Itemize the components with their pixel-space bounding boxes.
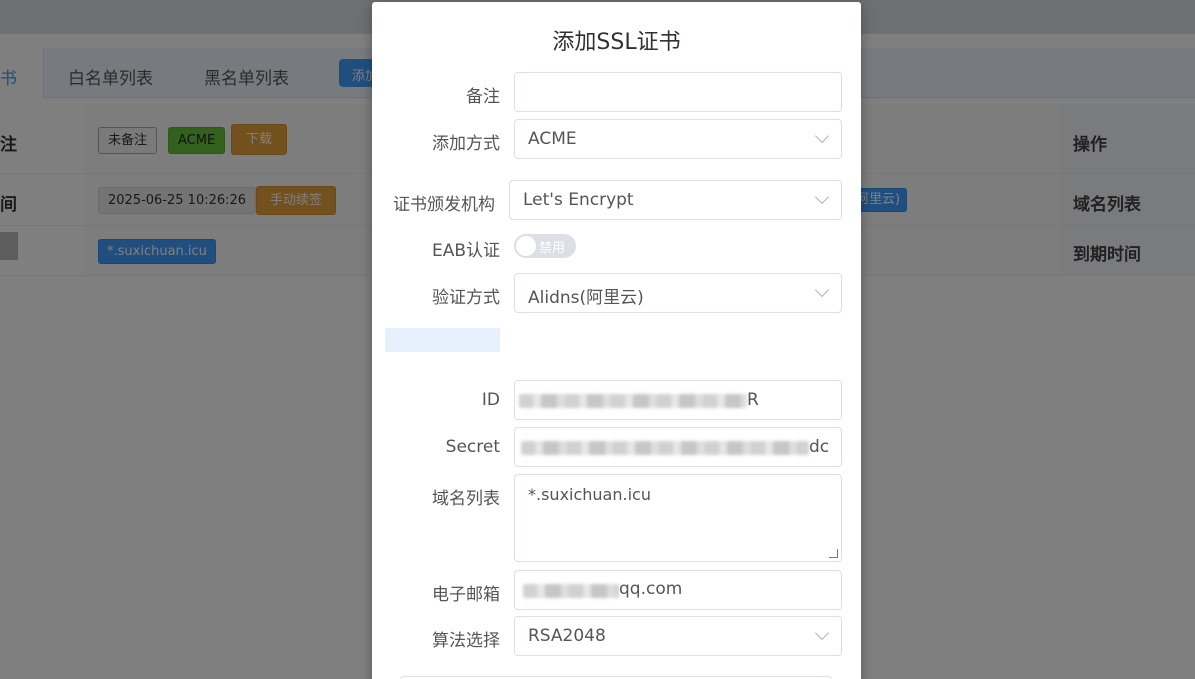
id-input[interactable]: R [514, 380, 842, 420]
add-method-value: ACME [528, 129, 577, 149]
secret-value-suffix: dc [809, 437, 830, 457]
domains-textarea[interactable]: *.suxichuan.icu [514, 474, 842, 562]
add-method-select[interactable]: ACME [514, 119, 842, 159]
ca-select[interactable]: Let's Encrypt [509, 180, 842, 220]
id-label: ID [481, 390, 500, 410]
redacted-text [523, 584, 619, 598]
ca-value: Let's Encrypt [523, 190, 634, 210]
chevron-down-icon [814, 282, 830, 298]
domains-value: *.suxichuan.icu [528, 485, 651, 504]
email-input[interactable]: qq.com [514, 570, 842, 610]
chevron-down-icon [814, 128, 830, 144]
algorithm-value: RSA2048 [528, 626, 606, 646]
secret-input[interactable]: dc [514, 427, 842, 467]
chevron-down-icon [814, 625, 830, 641]
chevron-down-icon [814, 189, 830, 205]
eab-label: EAB认证 [431, 241, 500, 261]
eab-toggle[interactable]: 禁用 [514, 234, 576, 258]
verify-select[interactable]: Alidns(阿里云) [514, 273, 842, 313]
redacted-text [521, 441, 809, 455]
eab-toggle-text: 禁用 [539, 241, 566, 256]
dialog-title: 添加SSL证书 [552, 30, 681, 55]
secret-label: Secret [445, 437, 500, 457]
email-label: 电子邮箱 [432, 585, 500, 605]
algorithm-label: 算法选择 [432, 631, 500, 651]
add-ssl-dialog: 添加SSL证书 备注 添加方式 ACME 证书颁发机构 Let's Encryp… [372, 2, 861, 679]
email-value-suffix: qq.com [619, 579, 683, 599]
ca-label: 证书颁发机构 [393, 195, 495, 215]
redacted-highlight [385, 328, 500, 352]
redacted-text [519, 394, 747, 408]
algorithm-select[interactable]: RSA2048 [514, 616, 842, 656]
id-value-suffix: R [747, 390, 759, 410]
resize-grip-icon[interactable] [829, 549, 838, 558]
verify-value: Alidns(阿里云) [528, 288, 644, 308]
domains-label: 域名列表 [432, 489, 500, 509]
remark-label: 备注 [466, 87, 500, 107]
toggle-knob [516, 236, 536, 256]
remark-input[interactable] [514, 72, 842, 112]
verify-label: 验证方式 [432, 288, 500, 308]
add-method-label: 添加方式 [432, 134, 500, 154]
